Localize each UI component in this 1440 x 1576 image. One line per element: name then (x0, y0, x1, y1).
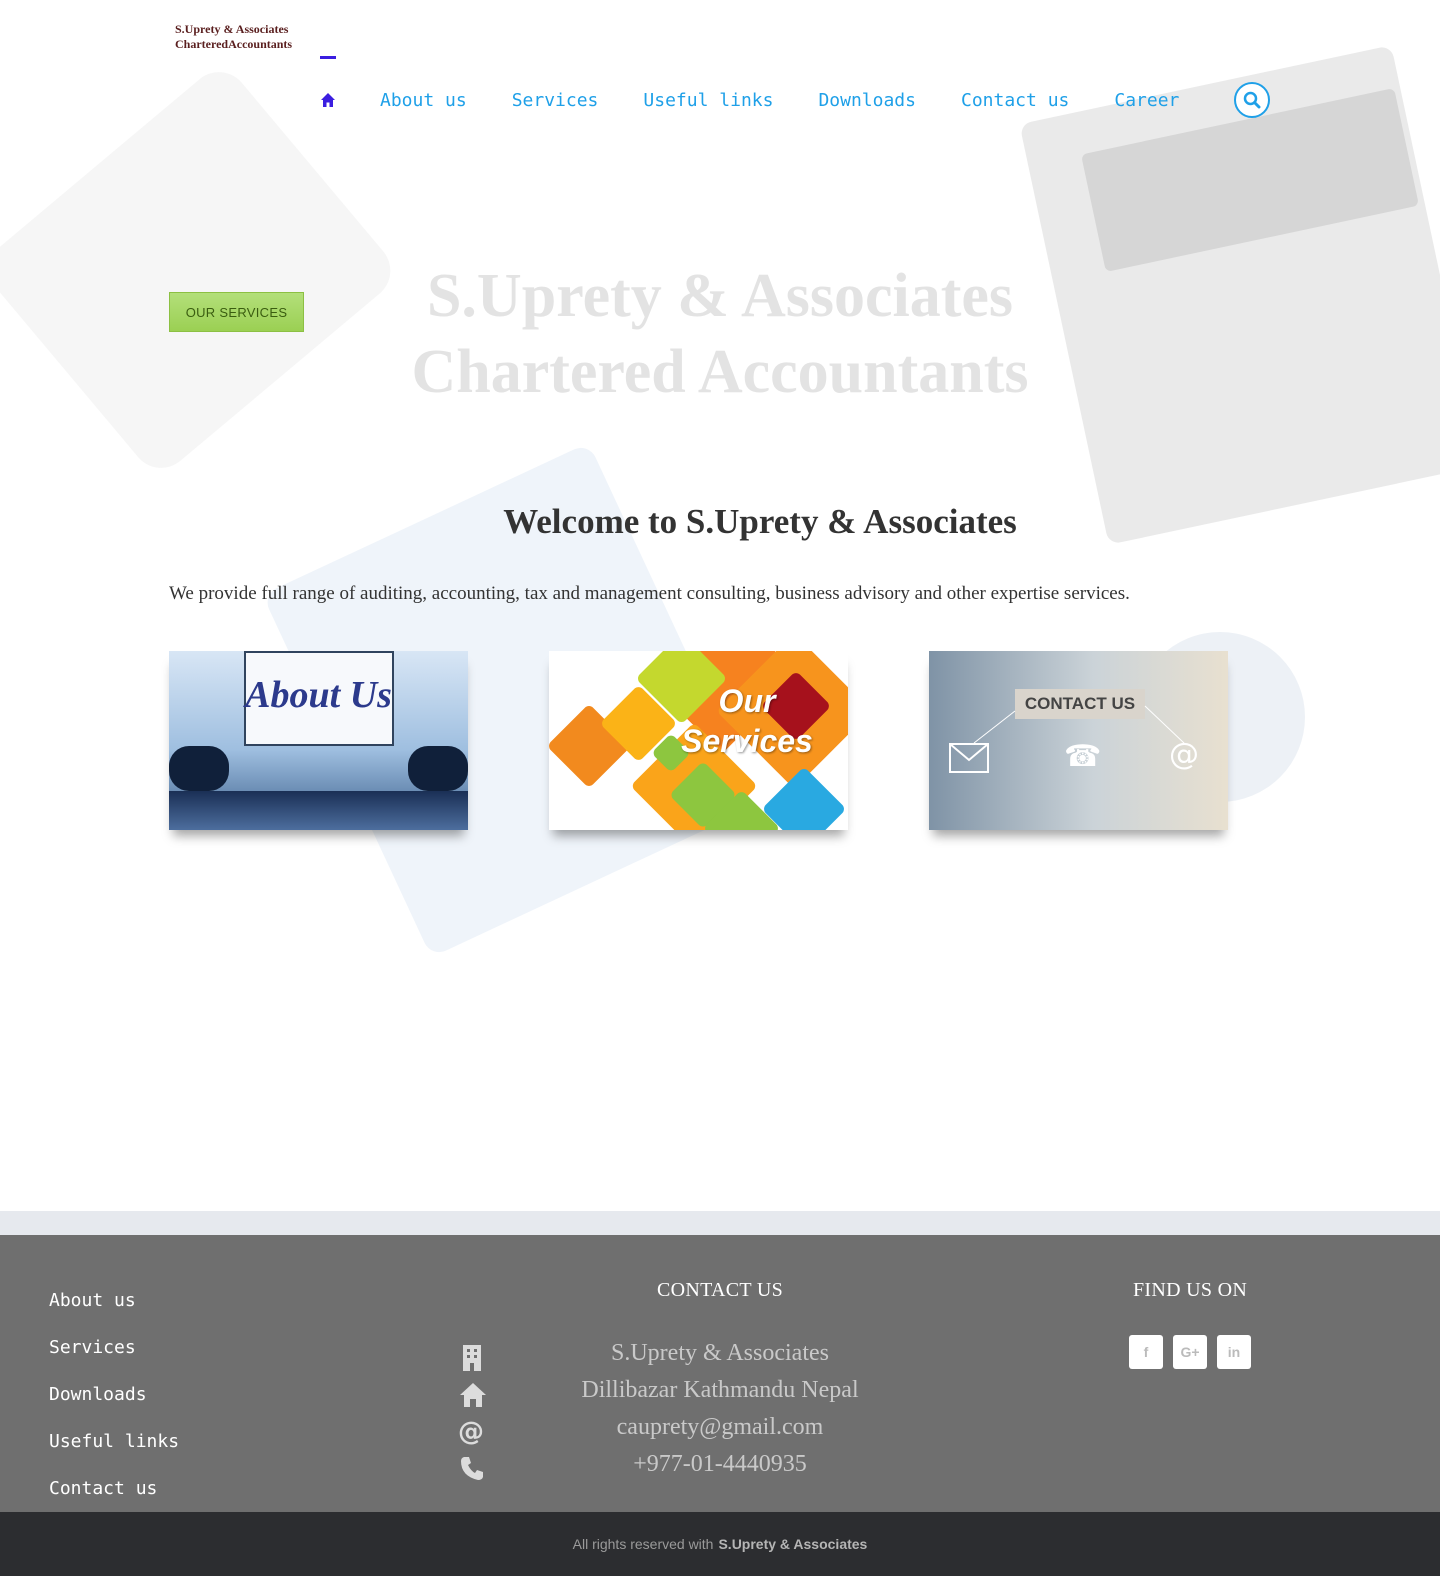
our-services-button[interactable]: OUR SERVICES (169, 292, 304, 332)
footer-divider (0, 1211, 1440, 1235)
footer-company-name: S.Uprety & Associates (611, 1340, 829, 1366)
footer-address: Dillibazar Kathmandu Nepal (581, 1377, 859, 1403)
building-icon (458, 1343, 488, 1380)
home-icon (458, 1380, 488, 1417)
phone-icon (458, 1454, 488, 1491)
footer-contact-heading: CONTACT US (656, 1279, 784, 1301)
services-card-line-1: Our (718, 683, 776, 719)
nav-career[interactable]: Career (1114, 90, 1179, 111)
main-nav: About us Services Useful links Downloads… (320, 82, 1270, 118)
footer-link-services[interactable]: Services (49, 1334, 179, 1381)
nav-useful-links[interactable]: Useful links (643, 90, 773, 111)
footer-link-about-us[interactable]: About us (49, 1287, 179, 1334)
footer-links: About us Services Downloads Useful links… (49, 1287, 179, 1522)
table-reflection-image (169, 791, 468, 830)
contact-us-card[interactable]: CONTACT US ☎ @ (929, 651, 1228, 830)
logo-line-2: CharteredAccountants (175, 37, 293, 51)
site-logo[interactable]: S.Uprety & Associates CharteredAccountan… (175, 22, 292, 52)
facebook-icon[interactable]: f (1129, 1335, 1163, 1369)
services-tile (761, 766, 847, 830)
footer-phone[interactable]: +977-01-4440935 (520, 1446, 920, 1483)
right-hands-image (408, 746, 468, 791)
nav-contact-us[interactable]: Contact us (961, 90, 1069, 111)
google-plus-icon[interactable]: G+ (1173, 1335, 1207, 1369)
logo-line-1: S.Uprety & Associates (175, 22, 289, 36)
linkedin-icon[interactable]: in (1217, 1335, 1251, 1369)
our-services-card[interactable]: Our Services (549, 651, 848, 830)
home-icon[interactable] (320, 92, 336, 108)
hero-title: S.Uprety & Associates Chartered Accounta… (360, 258, 1080, 410)
site-footer: About us Services Downloads Useful links… (0, 1235, 1440, 1512)
footer-link-useful-links[interactable]: Useful links (49, 1428, 179, 1475)
footer-email[interactable]: cauprety@gmail.com (520, 1409, 920, 1446)
services-card-line-2: Services (681, 723, 813, 759)
intro-text: We provide full range of auditing, accou… (169, 583, 1130, 604)
nav-downloads[interactable]: Downloads (818, 90, 916, 111)
services-card-text: Our Services (677, 681, 817, 761)
footer-contact-info: S.Uprety & Associates Dillibazar Kathman… (520, 1335, 920, 1483)
left-hands-image (169, 746, 229, 791)
social-links: f G+ in (1129, 1335, 1251, 1369)
search-button[interactable] (1234, 82, 1270, 118)
search-icon (1243, 91, 1261, 109)
nav-about-us[interactable]: About us (380, 90, 467, 111)
hero-title-line-1: S.Uprety & Associates (426, 262, 1014, 330)
copyright-text: All rights reserved with (572, 1536, 714, 1552)
connector-lines (973, 705, 1185, 744)
welcome-heading: Welcome to S.Uprety & Associates (503, 502, 1017, 541)
hero-title-line-2: Chartered Accountants (411, 338, 1029, 406)
active-nav-indicator (320, 56, 336, 59)
nav-services[interactable]: Services (512, 90, 599, 111)
clipboard-background-image (0, 59, 403, 481)
footer-contact-icons: @ (458, 1343, 488, 1491)
at-icon: @ (458, 1417, 484, 1447)
copyright-company: S.Uprety & Associates (718, 1536, 868, 1552)
footer-find-us-heading: FIND US ON (1132, 1279, 1248, 1301)
about-card-text: About Us (245, 674, 392, 716)
footer-link-downloads[interactable]: Downloads (49, 1381, 179, 1428)
about-us-card[interactable]: About Us (169, 651, 468, 830)
calculator-background-image (1019, 45, 1440, 545)
copyright-bar: All rights reserved with S.Uprety & Asso… (0, 1512, 1440, 1576)
